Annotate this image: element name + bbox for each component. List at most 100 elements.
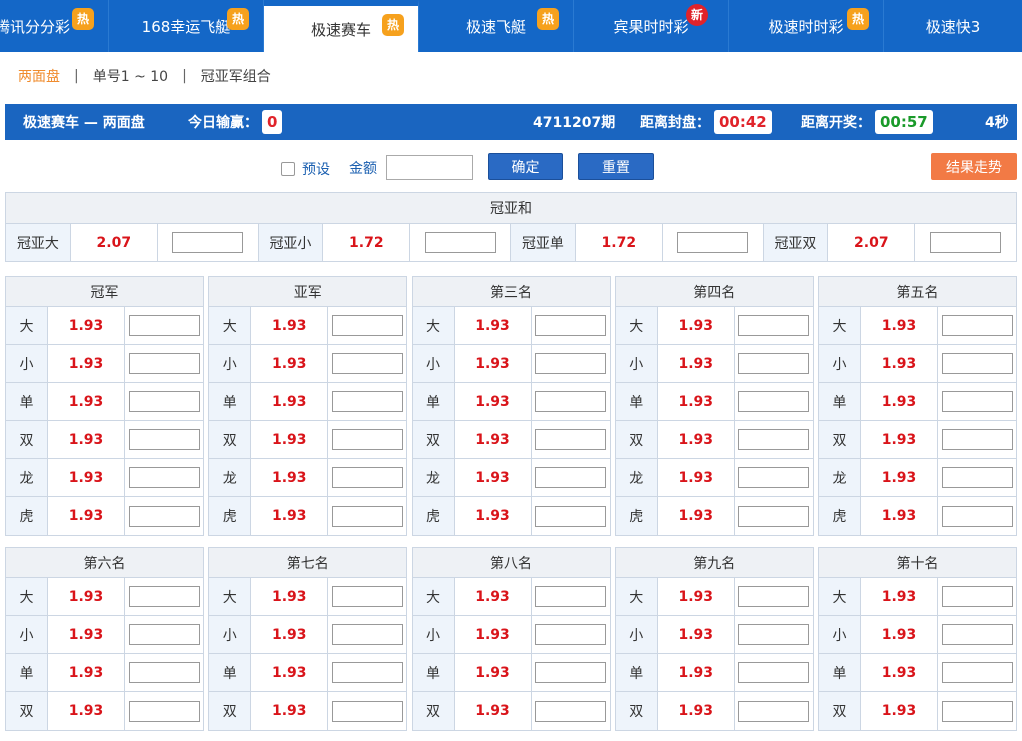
bet-option-odds[interactable]: 1.93 (455, 616, 532, 653)
bet-option-odds[interactable]: 1.93 (251, 616, 329, 653)
bet-option-odds[interactable]: 1.93 (861, 578, 938, 615)
sum-bet-input[interactable] (172, 232, 244, 253)
bet-option-odds[interactable]: 1.93 (251, 497, 329, 535)
bet-option-odds[interactable]: 1.93 (48, 692, 125, 730)
bet-amount-input[interactable] (331, 662, 403, 683)
bet-amount-input[interactable] (331, 700, 403, 722)
preset-toggle[interactable]: 预设 (281, 159, 330, 179)
bet-option-odds[interactable]: 1.93 (861, 616, 938, 653)
bet-amount-input[interactable] (331, 315, 403, 336)
bet-option-odds[interactable]: 1.93 (48, 307, 125, 344)
bet-option-odds[interactable]: 1.93 (861, 497, 938, 535)
bet-amount-input[interactable] (738, 662, 810, 683)
bet-amount-input[interactable] (128, 505, 200, 527)
amount-input[interactable] (386, 155, 473, 180)
sum-bet-input[interactable] (424, 232, 496, 253)
tab-bingo-ssc[interactable]: 宾果时时彩新 (574, 0, 729, 52)
bet-option-odds[interactable]: 1.93 (455, 692, 532, 730)
bet-option-odds[interactable]: 1.93 (455, 345, 532, 382)
bet-amount-input[interactable] (738, 700, 810, 722)
sum-option-odds[interactable]: 2.07 (71, 224, 158, 261)
bet-option-odds[interactable]: 1.93 (658, 616, 735, 653)
bet-amount-input[interactable] (331, 429, 403, 450)
bet-option-odds[interactable]: 1.93 (48, 421, 125, 458)
bet-amount-input[interactable] (941, 586, 1013, 607)
bet-amount-input[interactable] (535, 429, 606, 450)
bet-amount-input[interactable] (738, 586, 810, 607)
sum-bet-input[interactable] (677, 232, 749, 253)
bet-option-odds[interactable]: 1.93 (251, 654, 329, 691)
bet-amount-input[interactable] (738, 391, 810, 412)
bet-amount-input[interactable] (128, 315, 200, 336)
bet-amount-input[interactable] (941, 391, 1013, 412)
tab-tencent-ffc[interactable]: 腾讯分分彩热 (0, 0, 109, 52)
bet-option-odds[interactable]: 1.93 (48, 345, 125, 382)
bet-option-odds[interactable]: 1.93 (658, 383, 735, 420)
bet-option-odds[interactable]: 1.93 (455, 383, 532, 420)
bet-amount-input[interactable] (738, 505, 810, 527)
sum-option-odds[interactable]: 2.07 (828, 224, 916, 261)
bet-amount-input[interactable] (535, 353, 606, 374)
subnav-two-sides[interactable]: 两面盘 (18, 66, 60, 86)
bet-amount-input[interactable] (331, 391, 403, 412)
bet-option-odds[interactable]: 1.93 (658, 497, 735, 535)
bet-option-odds[interactable]: 1.93 (251, 692, 329, 730)
tab-speed-ssc[interactable]: 极速时时彩热 (729, 0, 884, 52)
bet-amount-input[interactable] (941, 700, 1013, 722)
bet-amount-input[interactable] (738, 624, 810, 645)
bet-option-odds[interactable]: 1.93 (658, 654, 735, 691)
bet-option-odds[interactable]: 1.93 (48, 383, 125, 420)
bet-option-odds[interactable]: 1.93 (658, 345, 735, 382)
bet-amount-input[interactable] (535, 315, 606, 336)
bet-option-odds[interactable]: 1.93 (861, 692, 938, 730)
bet-option-odds[interactable]: 1.93 (48, 497, 125, 535)
bet-amount-input[interactable] (738, 429, 810, 450)
bet-option-odds[interactable]: 1.93 (658, 578, 735, 615)
bet-amount-input[interactable] (331, 586, 403, 607)
bet-amount-input[interactable] (941, 662, 1013, 683)
bet-amount-input[interactable] (331, 624, 403, 645)
bet-option-odds[interactable]: 1.93 (251, 421, 329, 458)
bet-amount-input[interactable] (941, 315, 1013, 336)
bet-amount-input[interactable] (535, 662, 606, 683)
bet-amount-input[interactable] (535, 391, 606, 412)
bet-option-odds[interactable]: 1.93 (658, 421, 735, 458)
bet-option-odds[interactable]: 1.93 (861, 345, 938, 382)
bet-option-odds[interactable]: 1.93 (455, 421, 532, 458)
bet-option-odds[interactable]: 1.93 (861, 421, 938, 458)
bet-amount-input[interactable] (535, 624, 606, 645)
bet-option-odds[interactable]: 1.93 (251, 307, 329, 344)
tab-speed-boat[interactable]: 极速飞艇热 (419, 0, 574, 52)
bet-amount-input[interactable] (535, 505, 606, 527)
bet-amount-input[interactable] (941, 467, 1013, 488)
result-trend-button[interactable]: 结果走势 (931, 153, 1017, 180)
bet-option-odds[interactable]: 1.93 (455, 578, 532, 615)
subnav-champion-combo[interactable]: 冠亚军组合 (201, 66, 271, 86)
sum-bet-input[interactable] (930, 232, 1002, 253)
bet-amount-input[interactable] (535, 700, 606, 722)
bet-amount-input[interactable] (941, 429, 1013, 450)
bet-option-odds[interactable]: 1.93 (455, 654, 532, 691)
bet-amount-input[interactable] (535, 467, 606, 488)
bet-amount-input[interactable] (738, 315, 810, 336)
bet-option-odds[interactable]: 1.93 (455, 497, 532, 535)
bet-option-odds[interactable]: 1.93 (658, 459, 735, 496)
bet-amount-input[interactable] (128, 467, 200, 488)
bet-option-odds[interactable]: 1.93 (861, 307, 938, 344)
bet-option-odds[interactable]: 1.93 (658, 692, 735, 730)
bet-option-odds[interactable]: 1.93 (48, 578, 125, 615)
bet-option-odds[interactable]: 1.93 (251, 578, 329, 615)
bet-option-odds[interactable]: 1.93 (48, 459, 125, 496)
bet-amount-input[interactable] (941, 353, 1013, 374)
bet-option-odds[interactable]: 1.93 (48, 654, 125, 691)
tab-168-lucky-boat[interactable]: 168幸运飞艇热 (109, 0, 264, 52)
reset-button[interactable]: 重置 (578, 153, 654, 180)
confirm-button[interactable]: 确定 (488, 153, 563, 180)
bet-amount-input[interactable] (941, 505, 1013, 527)
bet-amount-input[interactable] (128, 391, 200, 412)
bet-amount-input[interactable] (128, 700, 200, 722)
tab-speed-racing[interactable]: 极速赛车热 (264, 0, 419, 52)
bet-amount-input[interactable] (128, 624, 200, 645)
bet-option-odds[interactable]: 1.93 (861, 654, 938, 691)
bet-option-odds[interactable]: 1.93 (455, 307, 532, 344)
